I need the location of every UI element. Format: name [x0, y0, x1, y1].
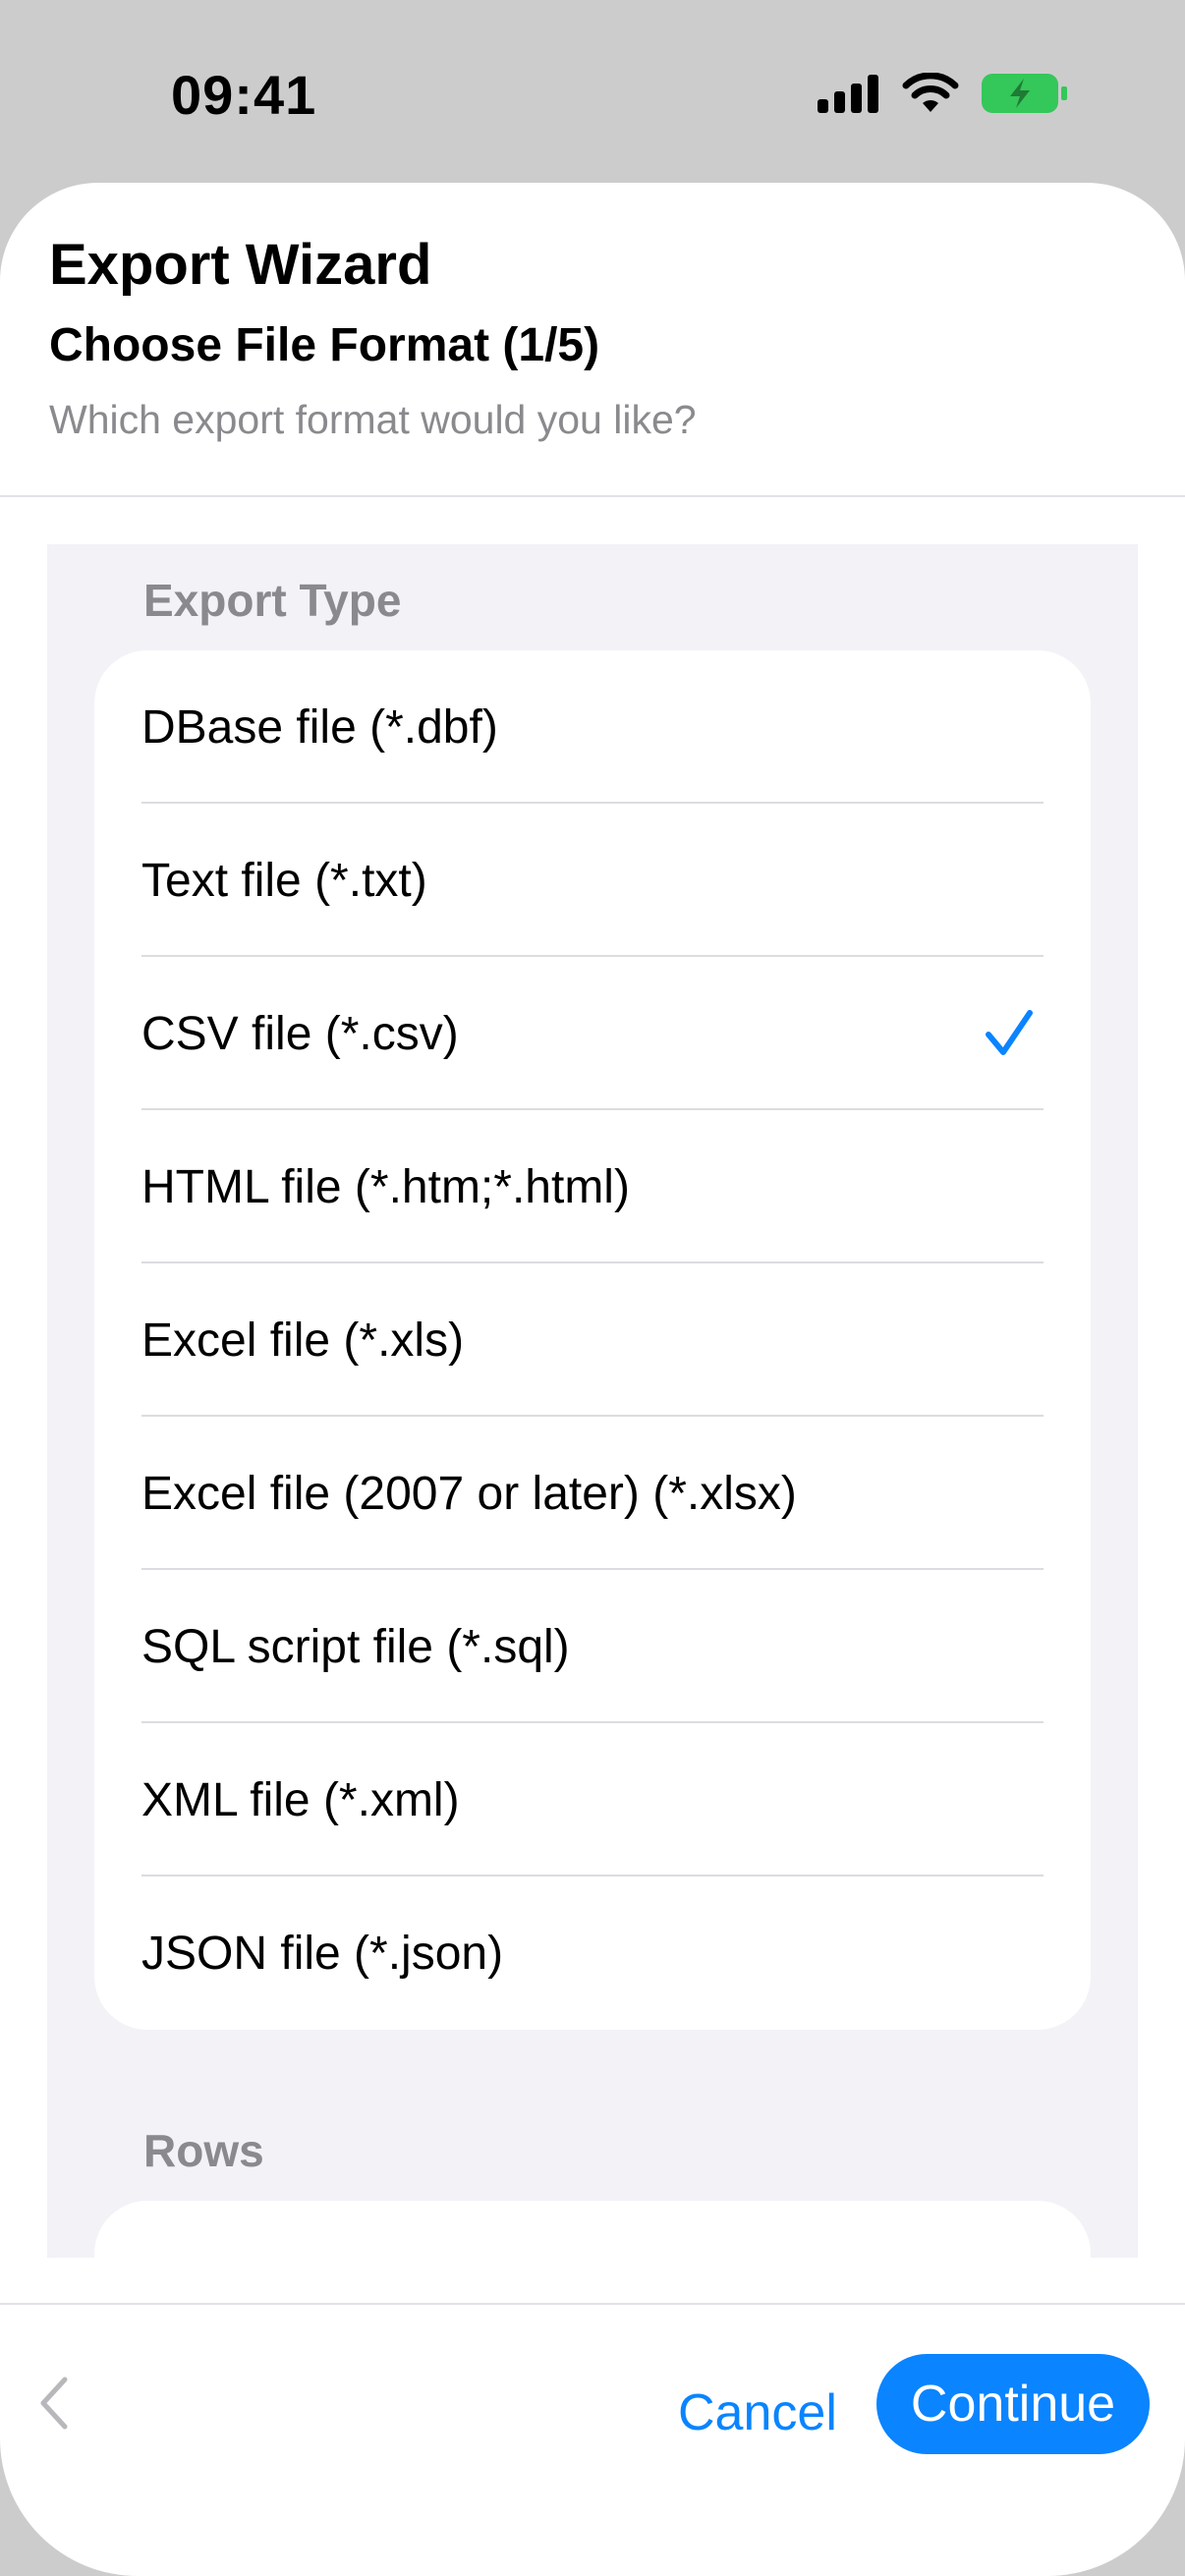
option-xls[interactable]: Excel file (*.xls) [94, 1263, 1091, 1417]
export-wizard-sheet: Export Wizard Choose File Format (1/5) W… [0, 183, 1185, 2576]
checkmark-icon [983, 1007, 1036, 1060]
option-json[interactable]: JSON file (*.json) [94, 1876, 1091, 2030]
cancel-button[interactable]: Cancel [678, 2364, 837, 2462]
wizard-title: Export Wizard [49, 233, 432, 297]
option-label: HTML file (*.htm;*.html) [141, 1160, 630, 1213]
option-label: Text file (*.txt) [141, 854, 427, 907]
chevron-left-icon[interactable] [29, 2366, 79, 2440]
rows-list [94, 2201, 1091, 2258]
option-label: XML file (*.xml) [141, 1773, 460, 1826]
export-type-list: DBase file (*.dbf) Text file (*.txt) CSV… [94, 650, 1091, 2030]
option-label: DBase file (*.dbf) [141, 700, 498, 754]
option-label: Excel file (2007 or later) (*.xlsx) [141, 1467, 797, 1520]
status-bar: 09:41 [0, 0, 1185, 183]
step-subtitle: Which export format would you like? [49, 397, 697, 442]
battery-charging-icon [981, 73, 1069, 119]
options-scroll-area[interactable]: Export Type DBase file (*.dbf) Text file… [47, 544, 1138, 2258]
export-type-section-header: Export Type [143, 575, 402, 626]
rows-section-header: Rows [143, 2125, 264, 2176]
status-time: 09:41 [171, 64, 317, 126]
continue-button[interactable]: Continue [876, 2354, 1150, 2454]
option-xlsx[interactable]: Excel file (2007 or later) (*.xlsx) [94, 1417, 1091, 1570]
option-sql[interactable]: SQL script file (*.sql) [94, 1570, 1091, 1723]
signal-icon [818, 74, 880, 118]
wifi-icon [902, 71, 959, 119]
option-label: SQL script file (*.sql) [141, 1620, 570, 1673]
status-icons [818, 71, 1069, 119]
option-label: JSON file (*.json) [141, 1927, 504, 1980]
option-csv[interactable]: CSV file (*.csv) [94, 957, 1091, 1110]
option-text[interactable]: Text file (*.txt) [94, 804, 1091, 957]
option-dbase[interactable]: DBase file (*.dbf) [94, 650, 1091, 804]
sheet-header: Export Wizard Choose File Format (1/5) W… [0, 183, 1185, 497]
step-title: Choose File Format (1/5) [49, 319, 600, 371]
wizard-footer: Cancel Continue [0, 2303, 1185, 2576]
option-label: Excel file (*.xls) [141, 1314, 465, 1367]
option-xml[interactable]: XML file (*.xml) [94, 1723, 1091, 1876]
option-label: CSV file (*.csv) [141, 1007, 459, 1060]
option-html[interactable]: HTML file (*.htm;*.html) [94, 1110, 1091, 1263]
